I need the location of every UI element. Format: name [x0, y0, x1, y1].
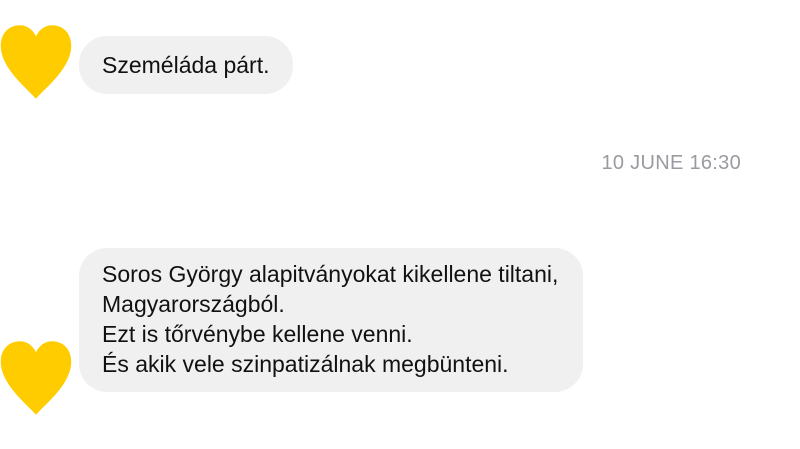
timestamp: 10 JUNE 16:30 [601, 152, 741, 174]
message-bubble[interactable]: Soros György alapitványokat kikellene ti… [79, 248, 584, 392]
message-text: Soros György alapitványokat kikellene ti… [102, 261, 559, 287]
message-text: És akik vele szinpatizálnak megbünteni. [102, 351, 509, 377]
message-bubble[interactable]: Személáda párt. [79, 36, 294, 94]
message-text: Magyarországból. [102, 291, 285, 317]
yellow-heart-icon [0, 22, 76, 102]
message-text: Személáda párt. [102, 52, 270, 78]
yellow-heart-icon-svg [0, 341, 72, 415]
message-text: Ezt is tőrvénybe kellene venni. [102, 321, 413, 347]
yellow-heart-icon-svg [0, 25, 72, 99]
chat-thread: Személáda párt. 10 JUNE 16:30 Soros Györ… [0, 0, 800, 449]
yellow-heart-icon [0, 338, 76, 418]
